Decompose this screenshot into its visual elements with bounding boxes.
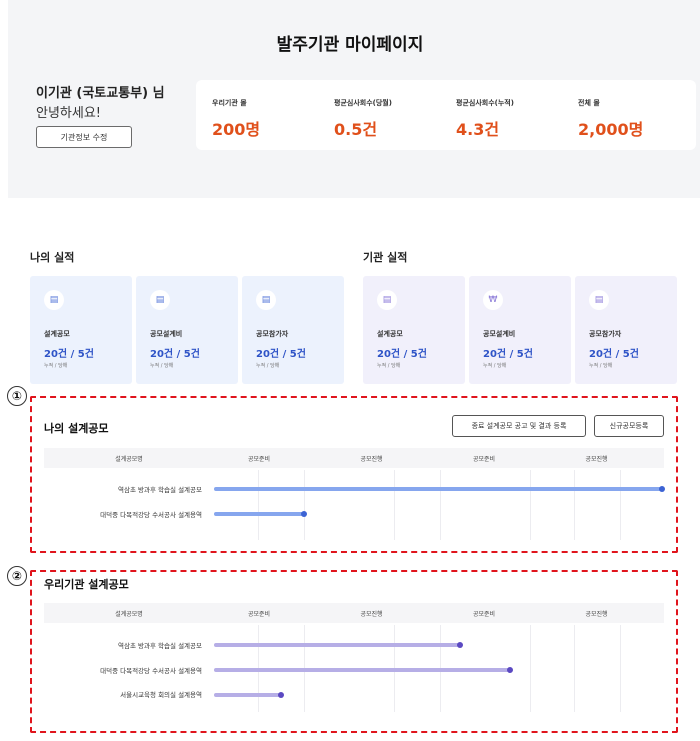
edit-org-info-button[interactable]: 기관정보 수정 [36,126,132,148]
progress-bar-end-dot [659,486,665,492]
grid-line [258,470,259,540]
document-icon: ▤ [589,290,609,310]
grid-line [574,470,575,540]
won-icon: ₩ [483,290,503,310]
stat-label: 우리기관 몰 [212,99,247,107]
perf-sub: 누적 / 당해 [150,363,174,369]
column-header: 공모준비 [247,610,271,618]
perf-value: 20건 / 5건 [44,349,94,360]
stat-value: 0.5건 [334,120,378,139]
org-perf-card-contests: ▤ 설계공모 20건 / 5건 누적 / 당해 [363,276,465,384]
progress-bar [214,643,460,647]
my-contests-table-header: 설계공모명 공모준비 공모진행 공모준비 공모진행 [44,448,664,468]
contest-name: 대덕중 다목적강당 수서공사 설계용역 [100,667,202,675]
my-perf-card-contests: ▤ 설계공모 20건 / 5건 누적 / 당해 [30,276,132,384]
progress-bar [214,487,662,491]
contest-name: 서울시교육청 회의실 설계용역 [120,691,202,699]
org-perf-card-fees: ₩ 공모설계비 20건 / 5건 누적 / 당해 [469,276,571,384]
perf-sub: 누적 / 당해 [44,363,68,369]
column-header: 공모진행 [585,455,608,463]
grid-line [394,470,395,540]
grid-line [574,625,575,712]
user-name: 이기관 (국토교통부) 님 [36,86,165,101]
progress-bar-end-dot [507,667,513,673]
stat-card-org-members: 우리기관 몰 200명 [196,80,330,150]
stat-card-avg-review-month: 평균심사회수(당월) 0.5건 [318,80,452,150]
progress-bar-end-dot [457,642,463,648]
column-header: 공모준비 [247,455,271,463]
my-performance-title: 나의 실적 [30,251,75,264]
progress-bar [214,693,281,697]
stat-card-avg-review-total: 평균심사회수(누적) 4.3건 [440,80,574,150]
my-contests-title: 나의 설계공모 [44,422,109,435]
column-header: 공모진행 [360,610,383,618]
column-header: 설계공모명 [115,610,143,618]
page-title: 발주기관 마이페이지 [276,35,424,55]
perf-sub: 누적 / 당해 [483,363,507,369]
my-perf-card-participants: ▤ 공모참가자 20건 / 5건 누적 / 당해 [242,276,344,384]
stat-value: 200명 [212,120,261,139]
stat-label: 평균심사회수(당월) [334,99,392,107]
perf-label: 공모설계비 [150,330,183,338]
document-icon: ▤ [150,290,170,310]
column-header: 공모준비 [472,610,496,618]
perf-sub: 누적 / 당해 [589,363,613,369]
perf-value: 20건 / 5건 [589,349,639,360]
progress-bar [214,512,304,516]
perf-value: 20건 / 5건 [377,349,427,360]
org-performance-title: 기관 실적 [363,251,408,264]
perf-label: 설계공모 [44,330,70,338]
new-contest-button[interactable]: 신규공모등록 [594,415,664,437]
document-icon: ▤ [377,290,397,310]
perf-value: 20건 / 5건 [483,349,533,360]
my-perf-card-fees: ▤ 공모설계비 20건 / 5건 누적 / 당해 [136,276,238,384]
contest-name: 대덕중 다목적강당 수서공사 설계용역 [100,511,202,519]
perf-label: 공모설계비 [483,330,516,338]
grid-line [304,470,305,540]
progress-bar [214,668,510,672]
column-header: 공모준비 [472,455,496,463]
column-header: 공모진행 [360,455,383,463]
grid-line [530,625,531,712]
perf-sub: 누적 / 당해 [256,363,280,369]
greeting-text: 안녕하세요! [36,106,102,121]
grid-line [440,470,441,540]
stat-label: 전체 몰 [578,99,600,107]
progress-bar-end-dot [278,692,284,698]
perf-label: 공모참가자 [256,330,289,338]
stat-value: 2,000명 [578,120,644,139]
contest-name: 역삼초 방과후 학습실 설계공모 [118,642,202,650]
stat-card-total-members: 전체 몰 2,000명 [562,80,696,150]
org-perf-card-participants: ▤ 공모참가자 20건 / 5건 누적 / 당해 [575,276,677,384]
annotation-number-1: ① [7,386,27,406]
perf-value: 20건 / 5건 [150,349,200,360]
contest-name: 역삼초 방과후 학습실 설계공모 [118,486,202,494]
stat-value: 4.3건 [456,120,500,139]
stat-label: 평균심사회수(누적) [456,99,514,107]
document-icon: ▤ [256,290,276,310]
perf-value: 20건 / 5건 [256,349,306,360]
org-contests-table-header: 설계공모명 공모준비 공모진행 공모준비 공모진행 [44,603,664,623]
column-header: 공모진행 [585,610,608,618]
perf-label: 공모참가자 [589,330,622,338]
grid-line [620,625,621,712]
annotation-number-2: ② [7,566,27,586]
document-icon: ▤ [44,290,64,310]
annotation-box-2 [30,570,678,733]
grid-line [620,470,621,540]
grid-line [530,470,531,540]
progress-bar-end-dot [301,511,307,517]
column-header: 설계공모명 [115,455,143,463]
perf-label: 설계공모 [377,330,403,338]
perf-sub: 누적 / 당해 [377,363,401,369]
register-results-button[interactable]: 종료 설계공모 공고 및 결과 등록 [452,415,586,437]
org-contests-title: 우리기관 설계공모 [44,578,129,591]
